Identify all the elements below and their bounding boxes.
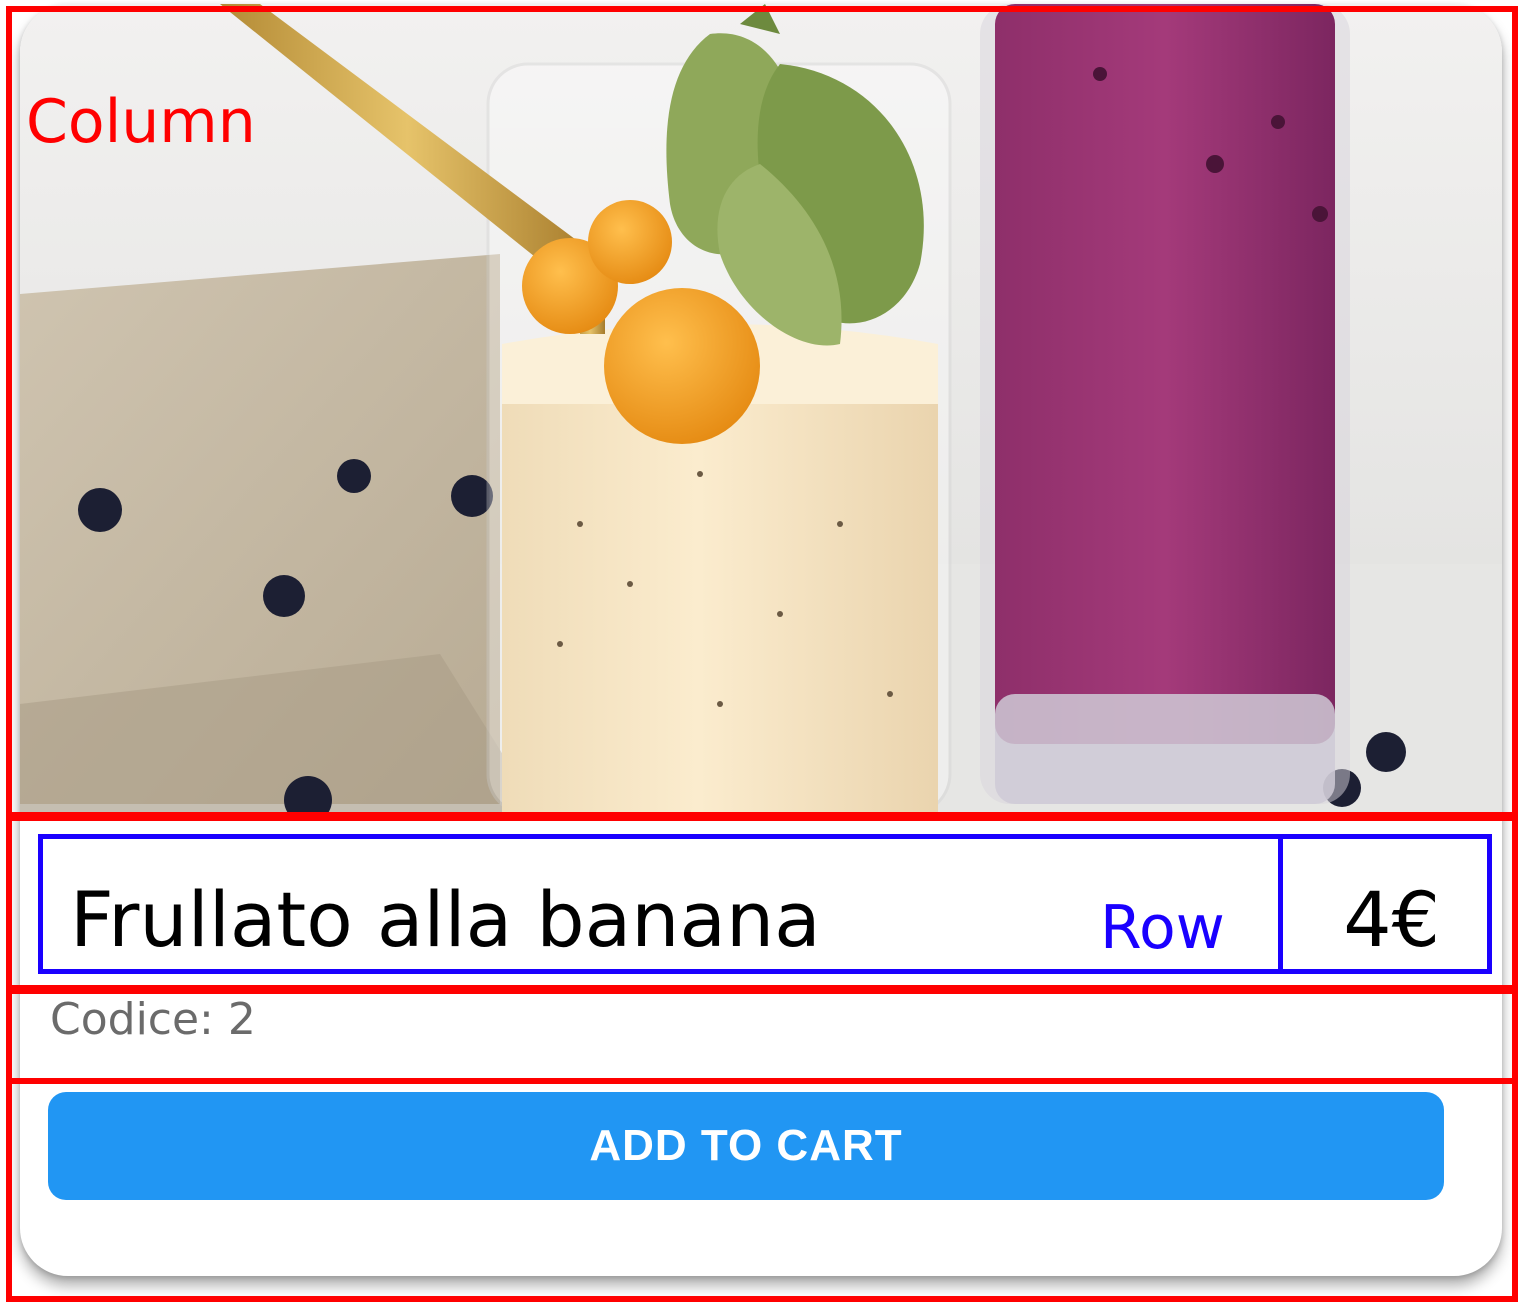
add-to-cart-button[interactable]: ADD TO CART	[48, 1092, 1444, 1200]
title-price-row: Frullato alla banana 4€	[20, 838, 1502, 974]
product-code: Codice: 2	[50, 994, 256, 1045]
product-card: Frullato alla banana 4€	[20, 4, 1502, 1276]
product-price: 4€	[1343, 875, 1440, 964]
product-name: Frullato alla banana	[70, 875, 821, 964]
product-image	[20, 4, 1502, 814]
